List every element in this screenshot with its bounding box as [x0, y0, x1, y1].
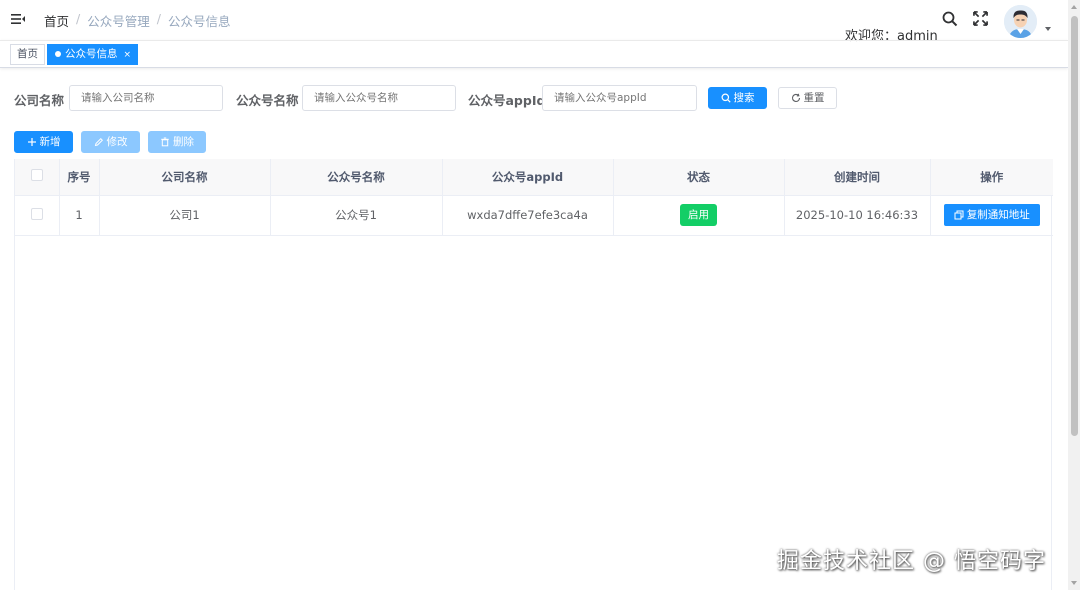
tag-home[interactable]: 首页: [10, 44, 45, 65]
scroll-down-icon[interactable]: [1071, 581, 1077, 585]
user-avatar-icon: [1004, 5, 1037, 38]
appid-input[interactable]: [542, 85, 697, 111]
data-table: 序号 公司名称 公众号名称 公众号appId 状态 创建时间 操作 1 公司1 …: [14, 159, 1053, 590]
breadcrumb-home[interactable]: 首页: [44, 11, 69, 30]
breadcrumb-account-info: 公众号信息: [167, 14, 231, 29]
cell-account: 公众号1: [270, 195, 443, 236]
trash-icon: [161, 137, 169, 147]
delete-button[interactable]: 删除: [148, 131, 206, 153]
edit-icon: [94, 137, 103, 147]
active-dot-icon: [55, 51, 61, 57]
search-button-label: 搜索: [733, 92, 755, 104]
column-header-company: 公司名称: [99, 159, 271, 196]
tag-account-info[interactable]: 公众号信息 ×: [47, 44, 139, 65]
copy-notify-url-button[interactable]: 复制通知地址: [943, 204, 1040, 226]
cell-appid: wxda7dffe7efe3ca4a: [442, 195, 614, 236]
close-icon[interactable]: ×: [124, 50, 132, 60]
column-header-appid: 公众号appId: [442, 159, 614, 196]
column-header-index: 序号: [59, 159, 100, 196]
caret-down-icon[interactable]: [1045, 27, 1051, 31]
add-button-label: 新增: [39, 136, 61, 148]
search-icon[interactable]: [942, 11, 958, 27]
column-header-action: 操作: [930, 159, 1053, 196]
appid-label: 公众号appId: [468, 93, 546, 108]
plus-icon: [27, 138, 36, 146]
table-header-row: 序号 公司名称 公众号名称 公众号appId 状态 创建时间 操作: [15, 159, 1053, 196]
select-all-checkbox[interactable]: [30, 169, 43, 182]
navbar: 首页 / 公众号管理 / 公众号信息 欢迎您：admin: [0, 0, 1068, 44]
page-scrollbar[interactable]: [1068, 0, 1080, 590]
edit-button[interactable]: 修改: [81, 131, 140, 153]
column-header-account: 公众号名称: [270, 159, 443, 196]
edit-button-label: 修改: [106, 136, 128, 148]
search-button[interactable]: 搜索: [708, 87, 767, 109]
table-row: 1 公司1 公众号1 wxda7dffe7efe3ca4a 启用 2025-10…: [15, 195, 1053, 236]
breadcrumb-account-manage: 公众号管理: [87, 14, 150, 29]
delete-button-label: 删除: [173, 136, 194, 148]
tag-account-info-label: 公众号信息: [65, 48, 118, 60]
company-input[interactable]: [69, 85, 223, 111]
column-header-status: 状态: [613, 159, 785, 196]
row-checkbox[interactable]: [30, 207, 43, 220]
hamburger-icon[interactable]: [10, 11, 26, 27]
fullscreen-icon[interactable]: [973, 11, 988, 26]
account-label: 公众号名称: [236, 93, 299, 108]
search-icon: [721, 93, 731, 103]
cell-index: 1: [59, 195, 100, 236]
refresh-icon: [791, 93, 800, 102]
breadcrumb-separator: /: [156, 11, 161, 26]
cell-status: 启用: [613, 195, 785, 236]
avatar[interactable]: [1004, 5, 1037, 38]
status-badge: 启用: [680, 204, 717, 226]
watermark: 掘金技术社区 @ 悟空码字: [777, 549, 1046, 574]
cell-created: 2025-10-10 16:46:33: [784, 195, 931, 236]
copy-notify-url-label: 复制通知地址: [966, 209, 1030, 221]
breadcrumb-separator: /: [76, 11, 81, 26]
cell-company: 公司1: [99, 195, 271, 236]
company-label: 公司名称: [14, 93, 65, 108]
scroll-up-icon[interactable]: [1071, 5, 1077, 9]
reset-button[interactable]: 重置: [778, 87, 837, 109]
row-select-cell: [15, 195, 60, 236]
cell-action: 复制通知地址: [930, 195, 1053, 236]
reset-button-label: 重置: [803, 92, 825, 104]
breadcrumb: 首页 / 公众号管理 / 公众号信息: [44, 11, 230, 30]
copy-icon: [954, 210, 964, 220]
add-button[interactable]: 新增: [14, 131, 73, 153]
tags-view: 首页 公众号信息 ×: [0, 40, 1068, 68]
column-header-created: 创建时间: [784, 159, 931, 196]
account-input[interactable]: [302, 85, 456, 111]
select-all-cell: [15, 159, 60, 196]
scroll-thumb[interactable]: [1071, 16, 1078, 436]
